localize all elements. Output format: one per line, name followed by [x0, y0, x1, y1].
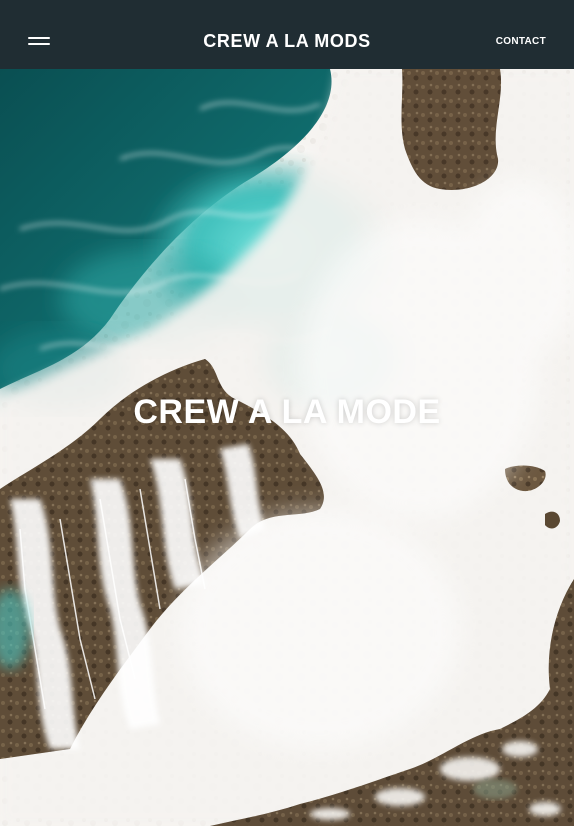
site-title-link[interactable]: CREW A LA MODS — [203, 31, 370, 51]
menu-icon-line — [28, 37, 50, 39]
site-title: CREW A LA MODS — [0, 28, 574, 54]
aerial-ocean-image — [0, 69, 574, 826]
hamburger-menu-icon[interactable] — [26, 33, 54, 49]
contact-link[interactable]: CONTACT — [496, 35, 546, 49]
top-navigation-bar: CREW A LA MODS CONTACT — [0, 0, 574, 69]
menu-icon-line — [28, 43, 50, 45]
hero-title: CREW A LA MODE — [133, 393, 441, 431]
hero-section: CREW A LA MODE — [0, 69, 574, 826]
